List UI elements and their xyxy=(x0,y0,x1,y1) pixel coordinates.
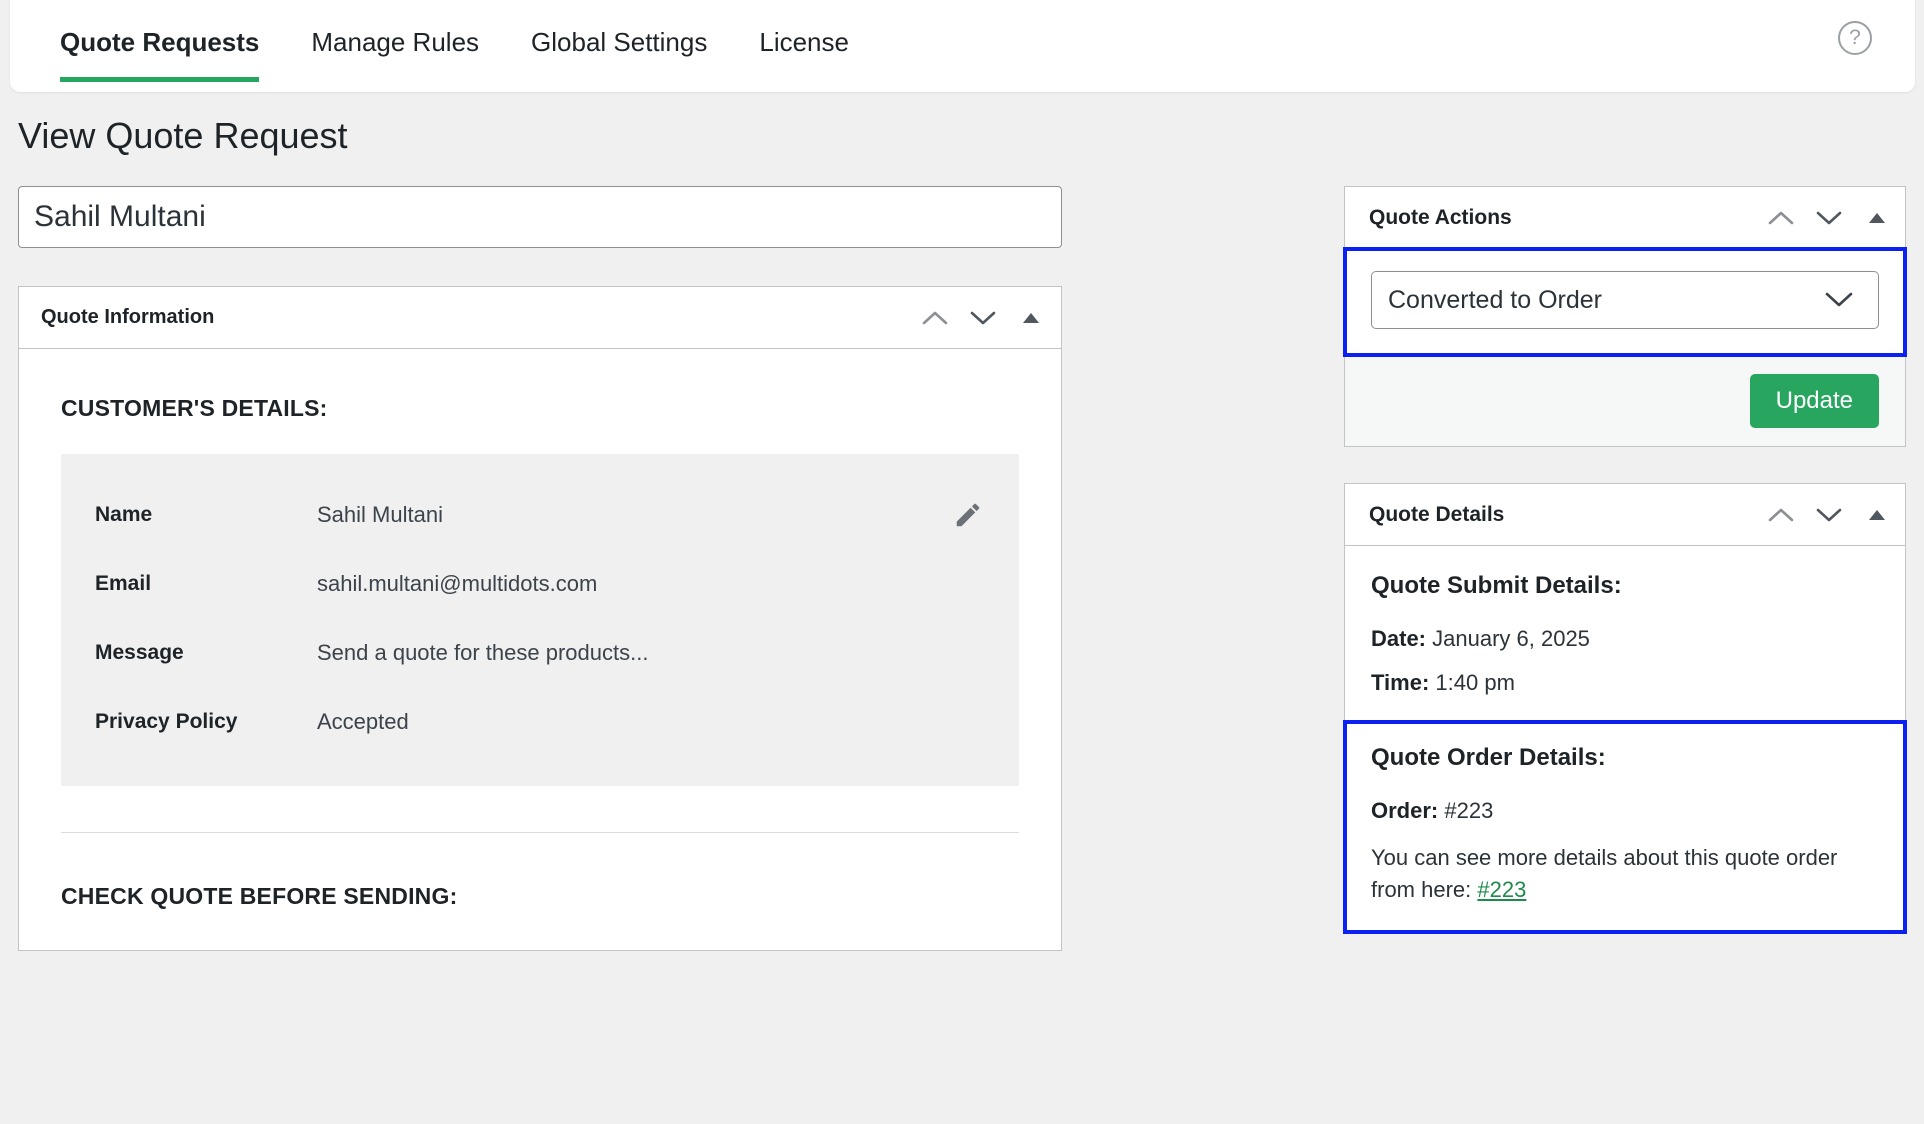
quote-title-input[interactable] xyxy=(18,186,1062,248)
customer-details-table: Name Sahil Multani Email sahil.multani@m… xyxy=(61,454,1019,786)
table-row: Name Sahil Multani xyxy=(95,480,985,549)
toggle-triangle-icon[interactable] xyxy=(1863,204,1891,232)
detail-label-privacy-policy: Privacy Policy xyxy=(95,709,238,733)
question-mark-circle-icon[interactable]: ? xyxy=(1838,21,1872,55)
chevron-down-icon[interactable] xyxy=(969,304,997,332)
date-label: Date: xyxy=(1371,626,1427,651)
quote-status-highlight-box: Converted to Order Pending Quote Sent Ac… xyxy=(1343,247,1907,357)
detail-value-message: Send a quote for these products... xyxy=(317,639,649,665)
quote-submit-details-heading: Quote Submit Details: xyxy=(1371,572,1622,599)
date-value: January 6, 2025 xyxy=(1432,626,1590,651)
order-value: #223 xyxy=(1444,798,1494,823)
quote-order-link[interactable]: #223 xyxy=(1477,877,1526,902)
detail-value-privacy-policy: Accepted xyxy=(317,708,409,734)
quote-order-row: Order: #223 xyxy=(1371,798,1879,824)
quote-order-details-heading: Quote Order Details: xyxy=(1371,744,1606,771)
detail-value-email: sahil.multani@multidots.com xyxy=(317,570,598,596)
order-label: Order: xyxy=(1371,798,1439,823)
quote-status-select[interactable]: Converted to Order Pending Quote Sent Ac… xyxy=(1371,271,1879,329)
table-row: Privacy Policy Accepted xyxy=(95,687,985,756)
plugin-header-bar: Quote Requests Manage Rules Global Setti… xyxy=(10,0,1915,92)
sidebar-column: Quote Actions Converted to Order Pending… xyxy=(1343,186,1907,934)
detail-value-name: Sahil Multani xyxy=(317,501,443,527)
chevron-up-icon[interactable] xyxy=(1767,501,1795,529)
update-button[interactable]: Update xyxy=(1749,374,1879,428)
quote-information-panel: Quote Information CUSTOMER'S DETAILS: Na… xyxy=(18,286,1062,951)
help-glyph: ? xyxy=(1849,26,1861,49)
time-value: 1:40 pm xyxy=(1435,670,1515,695)
quote-order-note: You can see more details about this quot… xyxy=(1371,842,1879,906)
chevron-up-icon[interactable] xyxy=(1767,204,1795,232)
detail-label-message: Message xyxy=(95,640,184,664)
time-label: Time: xyxy=(1371,670,1430,695)
tab-quote-requests-label: Quote Requests xyxy=(60,27,260,57)
quote-information-panel-controls xyxy=(921,304,1045,332)
tab-license[interactable]: License xyxy=(759,27,849,82)
chevron-up-icon[interactable] xyxy=(921,304,949,332)
quote-details-panel: Quote Details Quote Submit Details: Date… xyxy=(1343,483,1907,934)
tab-manage-rules-label: Manage Rules xyxy=(311,27,480,57)
quote-details-panel-title: Quote Details xyxy=(1369,502,1505,526)
quote-actions-panel-title: Quote Actions xyxy=(1369,205,1512,229)
toggle-triangle-icon[interactable] xyxy=(1017,304,1045,332)
check-quote-heading: CHECK QUOTE BEFORE SENDING: xyxy=(61,883,458,909)
page-title: View Quote Request xyxy=(18,115,348,156)
quote-order-details-highlight-box: Quote Order Details: Order: #223 You can… xyxy=(1343,720,1907,934)
edit-pencil-icon[interactable] xyxy=(951,500,985,530)
detail-label-name: Name xyxy=(95,502,153,526)
toggle-triangle-icon[interactable] xyxy=(1863,501,1891,529)
quote-information-panel-body: CUSTOMER'S DETAILS: Name Sahil Multani E… xyxy=(19,349,1061,910)
quote-information-panel-title: Quote Information xyxy=(41,306,215,328)
chevron-down-icon[interactable] xyxy=(1815,204,1843,232)
quote-submit-date-row: Date: January 6, 2025 xyxy=(1371,626,1879,652)
main-content-column: Quote Information CUSTOMER'S DETAILS: Na… xyxy=(18,186,1062,951)
quote-actions-panel-controls xyxy=(1767,204,1891,232)
table-row: Message Send a quote for these products.… xyxy=(95,618,985,687)
quote-details-panel-header: Quote Details xyxy=(1345,484,1905,546)
quote-actions-panel: Quote Actions Converted to Order Pending… xyxy=(1343,186,1907,447)
quote-information-panel-header: Quote Information xyxy=(19,287,1061,349)
quote-order-note-text: You can see more details about this quot… xyxy=(1371,845,1838,902)
tab-global-settings-label: Global Settings xyxy=(531,27,708,57)
customer-details-heading: CUSTOMER'S DETAILS: xyxy=(61,395,328,421)
quote-details-panel-controls xyxy=(1767,501,1891,529)
quote-submit-time-row: Time: 1:40 pm xyxy=(1371,670,1879,696)
quote-actions-panel-header: Quote Actions xyxy=(1345,187,1905,249)
table-row: Email sahil.multani@multidots.com xyxy=(95,549,985,618)
detail-label-email: Email xyxy=(95,571,152,595)
main-tab-nav: Quote Requests Manage Rules Global Setti… xyxy=(60,10,901,82)
tab-quote-requests[interactable]: Quote Requests xyxy=(60,27,260,82)
tab-license-label: License xyxy=(759,27,849,57)
quote-submit-details-section: Quote Submit Details: Date: January 6, 2… xyxy=(1345,546,1905,722)
section-divider xyxy=(61,832,1019,833)
chevron-down-icon[interactable] xyxy=(1815,501,1843,529)
tab-global-settings[interactable]: Global Settings xyxy=(531,27,707,82)
tab-manage-rules[interactable]: Manage Rules xyxy=(311,27,479,82)
quote-actions-footer: Update xyxy=(1345,355,1905,446)
